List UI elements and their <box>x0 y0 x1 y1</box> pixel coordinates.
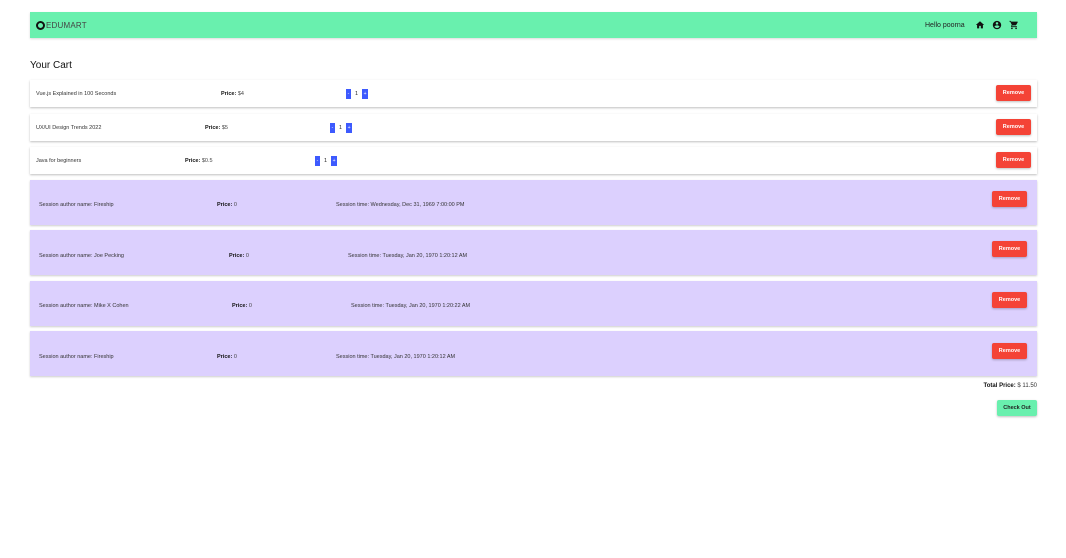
increase-quantity-button[interactable]: + <box>346 123 353 133</box>
price-label: Price: <box>229 253 245 259</box>
course-price: Price: $0.5 <box>185 158 213 164</box>
cart-session-row: Session author name: Fireship Price: 0 S… <box>30 180 1037 225</box>
cart-session-row: Session author name: Joe Pecking Price: … <box>30 230 1037 275</box>
total-value: $ 11.50 <box>1017 383 1037 389</box>
course-title: Java for beginners <box>36 158 82 164</box>
navbar: EDUMART Hello poorna <box>30 12 1037 38</box>
price-label: Price: <box>185 158 201 164</box>
cart-session-row: Session author name: Mike X Cohen Price:… <box>30 281 1037 326</box>
remove-button[interactable]: Remove <box>992 191 1027 207</box>
user-greeting: Hello poorna <box>925 21 965 29</box>
course-price: Price: $4 <box>221 91 244 97</box>
quantity-value: 1 <box>324 158 328 164</box>
remove-button[interactable]: Remove <box>992 292 1027 308</box>
cart-course-row: Vue.js Explained in 100 Seconds Price: $… <box>30 80 1037 107</box>
course-title: Vue.js Explained in 100 Seconds <box>36 91 117 97</box>
cart-session-row: Session author name: Fireship Price: 0 S… <box>30 331 1037 376</box>
home-icon[interactable] <box>974 19 986 31</box>
increase-quantity-button[interactable]: + <box>362 89 369 99</box>
price-label: Price: <box>217 354 233 360</box>
remove-button[interactable]: Remove <box>996 85 1031 101</box>
course-price: Price: $5 <box>205 125 228 131</box>
cart-course-row: Java for beginners Price: $0.5 - 1 + Rem… <box>30 147 1037 174</box>
cart-icon[interactable] <box>1008 19 1020 31</box>
session-price: Price: 0 <box>217 202 237 208</box>
session-author: Session author name: Joe Pecking <box>39 253 124 259</box>
session-price: Price: 0 <box>217 354 237 360</box>
session-price: Price: 0 <box>229 253 249 259</box>
session-time: Session time: Tuesday, Jan 20, 1970 1:20… <box>348 253 468 259</box>
page-title: Your Cart <box>30 60 72 71</box>
session-price: Price: 0 <box>232 303 252 309</box>
brand[interactable]: EDUMART <box>36 19 87 31</box>
session-author: Session author name: Fireship <box>39 354 114 360</box>
quantity-value: 1 <box>339 125 343 131</box>
price-value: 0 <box>248 303 252 309</box>
quantity-stepper: - 1 + <box>346 89 369 99</box>
price-value: $5 <box>221 125 228 131</box>
price-label: Price: <box>221 91 237 97</box>
quantity-value: 1 <box>355 91 359 97</box>
session-time: Session time: Wednesday, Dec 31, 1969 7:… <box>336 202 465 208</box>
checkout-button[interactable]: Check Out <box>997 400 1037 416</box>
total-label: Total Price: <box>983 383 1016 389</box>
quantity-stepper: - 1 + <box>315 156 338 166</box>
price-value: 0 <box>233 202 237 208</box>
remove-button[interactable]: Remove <box>992 241 1027 257</box>
cart-course-row: UX/UI Design Trends 2022 Price: $5 - 1 +… <box>30 114 1037 141</box>
quantity-stepper: - 1 + <box>330 123 353 133</box>
brand-logo-icon <box>36 20 45 30</box>
price-value: 0 <box>233 354 237 360</box>
course-title: UX/UI Design Trends 2022 <box>36 125 102 131</box>
session-author: Session author name: Fireship <box>39 202 114 208</box>
price-value: $0.5 <box>201 158 213 164</box>
price-value: 0 <box>245 253 249 259</box>
brand-name: EDUMART <box>46 20 87 30</box>
session-author: Session author name: Mike X Cohen <box>39 303 129 309</box>
remove-button[interactable]: Remove <box>996 119 1031 135</box>
nav-right: Hello poorna <box>925 19 1020 31</box>
session-time: Session time: Tuesday, Jan 20, 1970 1:20… <box>351 303 471 309</box>
remove-button[interactable]: Remove <box>992 343 1027 359</box>
price-value: $4 <box>237 91 244 97</box>
increase-quantity-button[interactable]: + <box>331 156 338 166</box>
total-price: Total Price: $ 11.50 <box>984 383 1037 389</box>
remove-button[interactable]: Remove <box>996 152 1031 168</box>
price-label: Price: <box>205 125 221 131</box>
price-label: Price: <box>217 202 233 208</box>
account-icon[interactable] <box>991 19 1003 31</box>
session-time: Session time: Tuesday, Jan 20, 1970 1:20… <box>336 354 456 360</box>
price-label: Price: <box>232 303 248 309</box>
